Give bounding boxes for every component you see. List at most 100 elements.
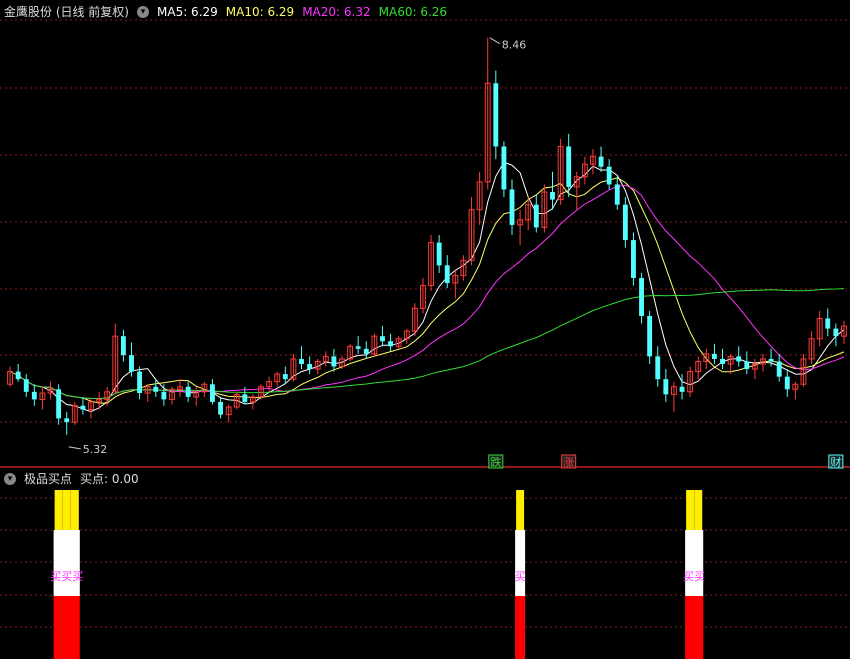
candle-body — [768, 358, 774, 362]
candle — [64, 412, 70, 435]
candle — [509, 179, 515, 235]
candle — [460, 255, 467, 281]
candle-body — [218, 401, 223, 415]
candle — [841, 321, 847, 344]
candle — [23, 374, 29, 397]
signal-red-block — [685, 596, 704, 659]
high-label: 8.46 — [502, 39, 527, 52]
candle — [322, 351, 329, 367]
signal-white-block — [515, 530, 526, 596]
candle-body — [56, 389, 62, 419]
candle-body — [64, 418, 70, 423]
event-marker-label: 财 — [830, 455, 841, 469]
event-marker: 跌 — [488, 454, 504, 469]
candle — [581, 156, 588, 185]
indicator-legend: ▾ 极品买点 买点: 0.00 — [4, 470, 139, 487]
candle — [606, 159, 612, 190]
candle — [541, 184, 548, 233]
candle — [169, 386, 175, 405]
candle-body — [331, 356, 337, 367]
candle-body — [299, 358, 304, 364]
event-marker: 涨 — [561, 454, 577, 469]
candle — [380, 326, 385, 347]
candle — [639, 272, 644, 324]
candle-body — [776, 361, 782, 377]
candle-body — [444, 265, 450, 284]
ma60-line — [9, 288, 845, 400]
event-marker: 财 — [828, 454, 844, 469]
candle — [331, 348, 337, 372]
ma60-label: MA60: 6.26 — [378, 4, 448, 19]
candle-body — [833, 328, 839, 337]
candle — [671, 381, 677, 413]
candle — [436, 235, 442, 273]
signal-yellow-bar — [516, 490, 525, 530]
candle — [784, 369, 790, 397]
candle — [655, 346, 661, 387]
candle — [590, 149, 596, 175]
signal-white-block — [685, 530, 704, 596]
chart-grid — [0, 19, 850, 628]
candle — [825, 308, 831, 337]
candle — [363, 341, 369, 359]
buy-signal: 买买买 — [50, 490, 83, 659]
candle-body — [185, 386, 191, 397]
indicator-dropdown-icon[interactable]: ▾ — [4, 472, 16, 485]
candle — [403, 328, 410, 344]
candle — [550, 171, 555, 210]
candle — [720, 348, 725, 370]
buy-signal: 买买 — [683, 490, 705, 659]
candle — [792, 381, 799, 400]
candle — [250, 394, 256, 410]
candle-body — [501, 146, 507, 190]
candle — [112, 323, 119, 395]
candle — [476, 171, 483, 225]
signal-red-block — [53, 596, 80, 659]
candle — [598, 146, 604, 172]
candle-body — [436, 242, 442, 266]
candle — [776, 353, 782, 382]
candle-body — [129, 355, 134, 372]
candle — [444, 255, 450, 289]
candle-body — [784, 376, 790, 390]
candle-body — [533, 204, 539, 228]
candle — [307, 356, 313, 375]
candle — [185, 381, 191, 402]
candle — [573, 171, 580, 210]
candle — [411, 303, 418, 337]
candle — [833, 323, 839, 347]
candle — [614, 176, 620, 210]
candle — [566, 133, 572, 198]
candle-body — [550, 192, 555, 200]
candle — [88, 399, 94, 419]
candle — [647, 310, 653, 364]
candle — [484, 37, 491, 190]
candle — [800, 353, 807, 387]
candle — [210, 379, 215, 405]
candle — [517, 209, 524, 246]
settings-dropdown-icon[interactable]: ▾ — [137, 5, 149, 18]
signal-yellow-bar — [686, 490, 695, 530]
ma20-label: MA20: 6.32 — [302, 4, 371, 19]
candle-body — [663, 379, 669, 395]
ma20-line — [9, 184, 845, 400]
candle-body — [679, 386, 685, 392]
candle — [161, 384, 167, 406]
candle — [7, 366, 13, 387]
candle-body — [655, 356, 661, 380]
stock-chart: 8.465.32 跌涨财 买买买买买买 — [0, 19, 850, 659]
candle — [218, 396, 223, 419]
candle-body — [242, 394, 248, 402]
candle — [736, 346, 742, 367]
candle — [493, 70, 499, 160]
candle — [751, 358, 758, 380]
signal-yellow-bar — [62, 490, 71, 530]
candle-body — [388, 341, 393, 347]
candle-body — [631, 240, 636, 278]
signal-label: 买买 — [683, 570, 705, 583]
candle — [428, 235, 434, 291]
low-label: 5.32 — [83, 443, 108, 456]
candle — [695, 356, 702, 380]
moving-average-lines — [9, 161, 845, 413]
ma5-line — [9, 161, 845, 413]
